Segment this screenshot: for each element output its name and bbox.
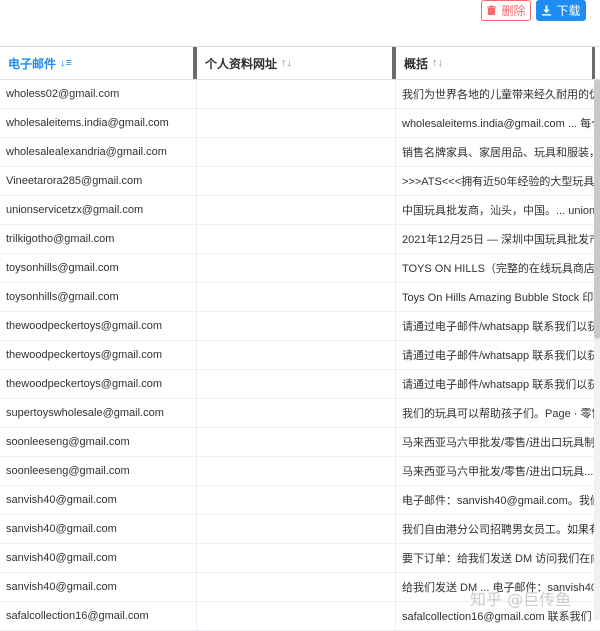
table-row[interactable]: soonleeseng@gmail.com 马来西亚马六甲批发/零售/进出口玩具.… <box>0 457 600 486</box>
email-cell: Vineetarora285@gmail.com <box>0 167 197 195</box>
profile-url-cell <box>197 109 396 137</box>
profile-url-cell <box>197 225 396 253</box>
email-cell: thewoodpeckertoys@gmail.com <box>0 370 197 398</box>
scrollbar-thumb[interactable] <box>594 79 600 339</box>
summary-cell: 电子邮件：sanvish40@gmail.com。我们 <box>402 495 594 507</box>
profile-url-cell <box>197 544 396 572</box>
column-resize-handle[interactable] <box>592 47 595 79</box>
table-row[interactable]: Vineetarora285@gmail.com >>>ATS<<<拥有近50年经… <box>0 167 600 196</box>
email-cell: trilkigotho@gmail.com <box>0 225 197 253</box>
table-row[interactable]: supertoyswholesale@gmail.com 我们的玩具可以帮助孩子们… <box>0 399 600 428</box>
column-header-email[interactable]: 电子邮件 ↓≡ <box>0 47 197 79</box>
summary-cell: 我们自由港分公司招聘男女员工。如果有 <box>402 524 594 536</box>
vertical-scrollbar[interactable] <box>594 79 600 620</box>
table-row[interactable]: toysonhills@gmail.com Toys On Hills Amazi… <box>0 283 600 312</box>
profile-url-cell <box>197 283 396 311</box>
summary-cell: 请通过电子邮件/whatsapp 联系我们以获 <box>402 379 594 391</box>
profile-url-cell <box>197 370 396 398</box>
summary-cell: 销售名牌家具、家居用品、玩具和服装， <box>402 147 594 159</box>
profile-url-cell <box>197 341 396 369</box>
column-header-label: 概括 <box>404 56 429 71</box>
table-row[interactable]: sanvish40@gmail.com 电子邮件：sanvish40@gmail.… <box>0 486 600 515</box>
summary-cell: 请通过电子邮件/whatsapp 联系我们以获 <box>402 350 594 362</box>
table-row[interactable]: wholess02@gmail.com 我们为世界各地的儿童带来经久耐用的优 <box>0 80 600 109</box>
email-cell: soonleeseng@gmail.com <box>0 457 197 485</box>
email-cell: supertoyswholesale@gmail.com <box>0 399 197 427</box>
email-cell: sanvish40@gmail.com <box>0 486 197 514</box>
summary-cell: 中国玩具批发商，汕头，中国。... unions <box>402 205 594 217</box>
profile-url-cell <box>197 457 396 485</box>
download-label: 下载 <box>556 4 581 18</box>
delete-label: 删除 <box>501 4 526 18</box>
email-cell: wholesaleitems.india@gmail.com <box>0 109 197 137</box>
email-cell: thewoodpeckertoys@gmail.com <box>0 312 197 340</box>
table-row[interactable]: wholesalealexandria@gmail.com 销售名牌家具、家居用品… <box>0 138 600 167</box>
data-table: 电子邮件 ↓≡ 个人资料网址 ↑↓ 概括 ↑↓ wholess02@gmail.… <box>0 46 600 631</box>
email-cell: thewoodpeckertoys@gmail.com <box>0 341 197 369</box>
table-body: wholess02@gmail.com 我们为世界各地的儿童带来经久耐用的优 wh… <box>0 80 600 631</box>
table-row[interactable]: wholesaleitems.india@gmail.com wholesalei… <box>0 109 600 138</box>
email-cell: sanvish40@gmail.com <box>0 573 197 601</box>
summary-cell: 我们的玩具可以帮助孩子们。Page · 零售 <box>402 408 594 420</box>
profile-url-cell <box>197 515 396 543</box>
summary-cell: 2021年12月25日 — 深圳中国玩具批发市 <box>402 234 594 246</box>
column-header-label: 电子邮件 <box>8 56 57 71</box>
column-header-label: 个人资料网址 <box>205 56 278 71</box>
toolbar: 删除 下载 <box>0 0 600 46</box>
summary-cell: 请通过电子邮件/whatsapp 联系我们以获 <box>402 321 594 333</box>
profile-url-cell <box>197 573 396 601</box>
table-row[interactable]: thewoodpeckertoys@gmail.com 请通过电子邮件/whats… <box>0 312 600 341</box>
table-row[interactable]: unionservicetzx@gmail.com 中国玩具批发商，汕头，中国。.… <box>0 196 600 225</box>
summary-cell: 马来西亚马六甲批发/零售/进出口玩具制 <box>402 437 594 449</box>
table-row[interactable]: thewoodpeckertoys@gmail.com 请通过电子邮件/whats… <box>0 341 600 370</box>
email-cell: wholess02@gmail.com <box>0 80 197 108</box>
profile-url-cell <box>197 399 396 427</box>
table-row[interactable]: sanvish40@gmail.com 我们自由港分公司招聘男女员工。如果有 <box>0 515 600 544</box>
column-header-profile-url[interactable]: 个人资料网址 ↑↓ <box>197 47 396 79</box>
email-cell: toysonhills@gmail.com <box>0 283 197 311</box>
delete-button[interactable]: 删除 <box>481 0 531 21</box>
trash-icon <box>486 5 497 16</box>
email-cell: toysonhills@gmail.com <box>0 254 197 282</box>
sort-desc-icon[interactable]: ↓≡ <box>60 57 72 69</box>
summary-cell: 马来西亚马六甲批发/零售/进出口玩具... <box>402 466 594 478</box>
email-cell: wholesalealexandria@gmail.com <box>0 138 197 166</box>
profile-url-cell <box>197 428 396 456</box>
table-row[interactable]: soonleeseng@gmail.com 马来西亚马六甲批发/零售/进出口玩具制 <box>0 428 600 457</box>
email-cell: safalcollection16@gmail.com <box>0 602 197 630</box>
profile-url-cell <box>197 602 396 630</box>
table-header: 电子邮件 ↓≡ 个人资料网址 ↑↓ 概括 ↑↓ <box>0 46 600 80</box>
profile-url-cell <box>197 80 396 108</box>
column-header-summary[interactable]: 概括 ↑↓ <box>396 47 600 79</box>
email-cell: sanvish40@gmail.com <box>0 544 197 572</box>
summary-cell: 我们为世界各地的儿童带来经久耐用的优 <box>402 89 594 101</box>
summary-cell: >>>ATS<<<拥有近50年经验的大型玩具 <box>402 176 594 188</box>
summary-cell: wholesaleitems.india@gmail.com ... 每个 <box>402 118 594 130</box>
table-row[interactable]: trilkigotho@gmail.com 2021年12月25日 — 深圳中国玩… <box>0 225 600 254</box>
summary-cell: TOYS ON HILLS（完整的在线玩具商店） <box>402 263 594 275</box>
profile-url-cell <box>197 254 396 282</box>
email-cell: soonleeseng@gmail.com <box>0 428 197 456</box>
table-row[interactable]: sanvish40@gmail.com 要下订单：给我们发送 DM 访问我们在向 <box>0 544 600 573</box>
table-row[interactable]: thewoodpeckertoys@gmail.com 请通过电子邮件/whats… <box>0 370 600 399</box>
watermark: 知乎 @巨传鱼 <box>470 590 572 609</box>
download-button[interactable]: 下载 <box>536 0 586 21</box>
table-row[interactable]: toysonhills@gmail.com TOYS ON HILLS（完整的在线… <box>0 254 600 283</box>
profile-url-cell <box>197 138 396 166</box>
download-icon <box>541 5 552 16</box>
sort-icon[interactable]: ↑↓ <box>432 57 443 69</box>
sort-icon[interactable]: ↑↓ <box>281 57 292 69</box>
profile-url-cell <box>197 486 396 514</box>
profile-url-cell <box>197 312 396 340</box>
email-cell: unionservicetzx@gmail.com <box>0 196 197 224</box>
profile-url-cell <box>197 167 396 195</box>
summary-cell: 要下订单：给我们发送 DM 访问我们在向 <box>402 553 594 565</box>
profile-url-cell <box>197 196 396 224</box>
summary-cell: Toys On Hills Amazing Bubble Stock 印度 <box>402 292 594 304</box>
email-cell: sanvish40@gmail.com <box>0 515 197 543</box>
